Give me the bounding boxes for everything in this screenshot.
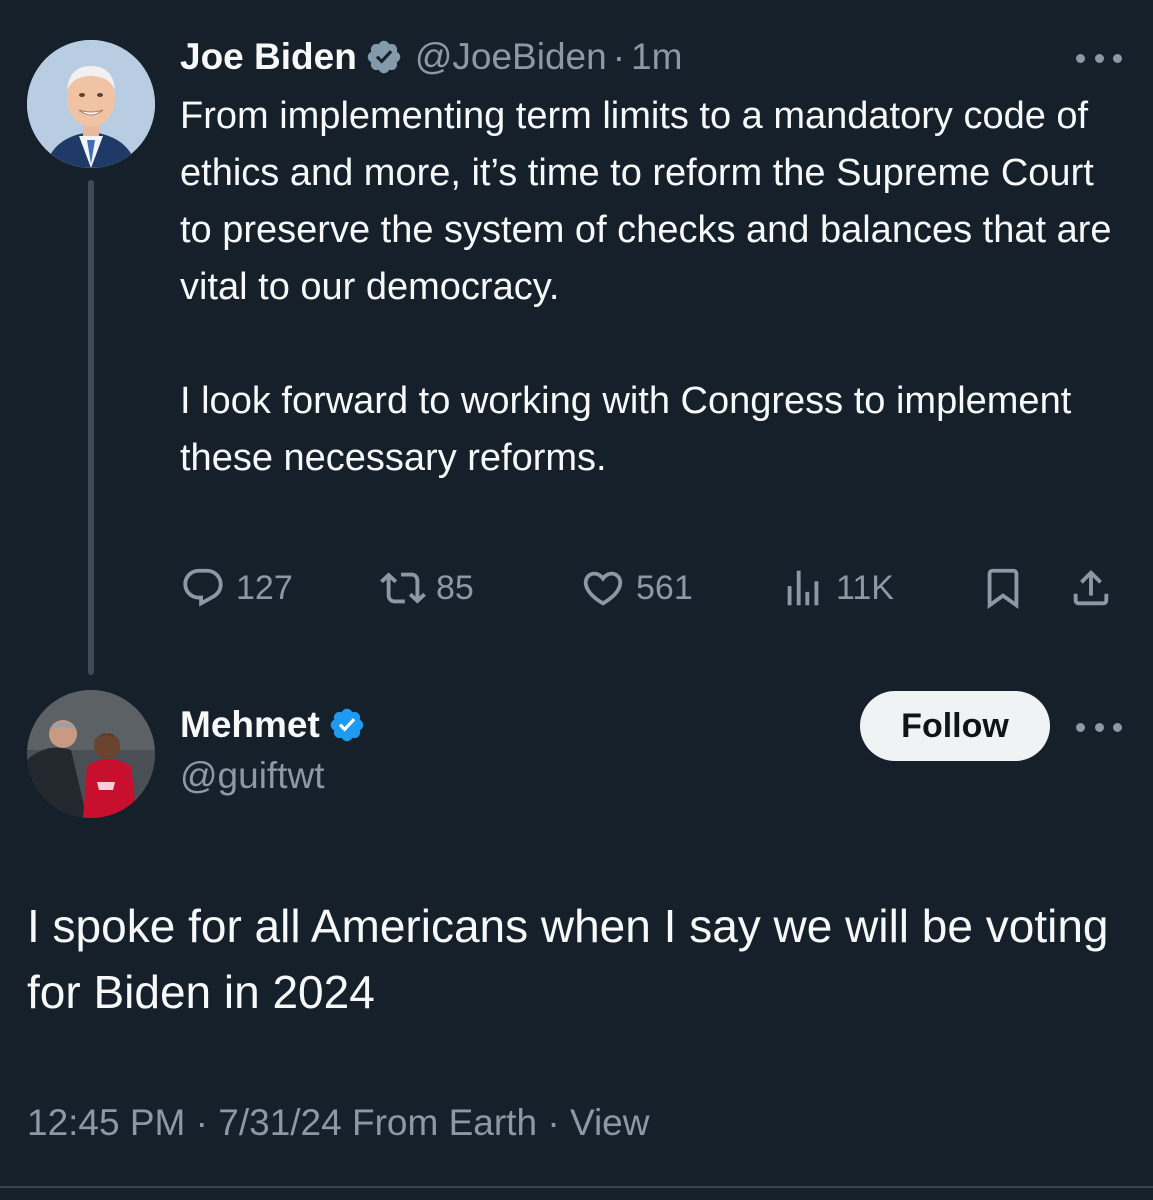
author-name[interactable]: Joe Biden [180,36,357,78]
tweet-time[interactable]: 1m [631,36,682,78]
retweet-count: 85 [436,568,474,607]
author-handle[interactable]: @guiftwt [180,755,325,797]
reply-tweet-text: I spoke for all Americans when I say we … [27,900,1109,1018]
analytics-icon [787,570,819,606]
author-name[interactable]: Mehmet [180,704,320,746]
view-link[interactable]: View [570,1102,650,1143]
blue-verified-badge-icon [328,706,366,744]
share-button[interactable] [1068,560,1114,616]
separator-dot: · [195,1102,208,1143]
tweet-date[interactable]: 7/31/24 [218,1102,341,1143]
views-button[interactable]: 11K [780,560,894,616]
separator-dot: · [612,36,626,77]
thread-connector-line [88,180,94,675]
bookmark-icon [987,568,1019,609]
more-options-icon[interactable] [1076,717,1122,737]
parent-tweet-header: Joe Biden @JoeBiden · 1m [180,32,682,82]
follow-button[interactable]: Follow [860,691,1050,761]
gray-verified-badge-icon [365,38,403,76]
tweet-source: From Earth [352,1102,538,1143]
reply-icon [183,568,223,607]
separator-dot: · [547,1102,560,1143]
tweet-time[interactable]: 12:45 PM [27,1102,185,1143]
parent-tweet-text: From implementing term limits to a manda… [180,88,1130,487]
divider [0,1186,1153,1188]
tweet-paragraph: From implementing term limits to a manda… [180,95,1112,308]
bookmark-button[interactable] [980,560,1026,616]
retweet-button[interactable]: 85 [380,560,474,616]
view-count: 11K [836,568,894,607]
joe-biden-avatar[interactable] [27,40,155,168]
retweet-icon [380,572,426,604]
tweet-action-bar: 127 85 561 11K [180,560,1120,616]
reply-button[interactable]: 127 [180,560,293,616]
tweet-metadata: 12:45 PM · 7/31/24 From Earth · View [27,1102,649,1144]
more-options-icon[interactable] [1076,48,1122,68]
reply-tweet-header: Mehmet [180,700,366,750]
heart-icon [583,571,623,606]
tweet-paragraph: I look forward to working with Congress … [180,380,1072,479]
mehmet-avatar[interactable] [27,690,155,818]
like-button[interactable]: 561 [580,560,693,616]
share-icon [1073,569,1109,606]
reply-count: 127 [236,568,293,607]
author-handle[interactable]: @JoeBiden [415,36,607,78]
like-count: 561 [636,568,693,607]
